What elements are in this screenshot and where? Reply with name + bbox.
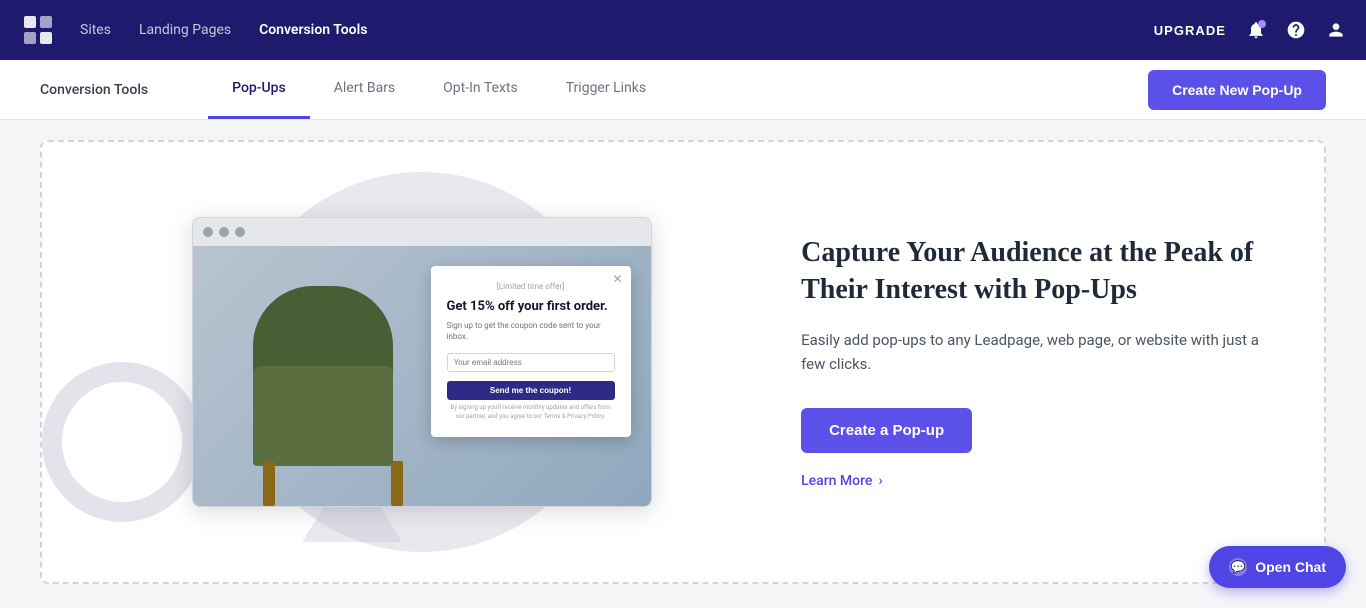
nav-landing-pages[interactable]: Landing Pages (139, 22, 231, 38)
browser-dot-2 (219, 227, 229, 237)
popup-fine-print: By signing up you'll receive monthly upd… (447, 404, 615, 421)
nav-sites[interactable]: Sites (80, 22, 111, 38)
promo-heading: Capture Your Audience at the Peak of The… (801, 235, 1264, 308)
main-content: ✕ [Limited time offer] Get 15% off your … (0, 120, 1366, 608)
browser-dot-3 (235, 227, 245, 237)
popup-offer-label: [Limited time offer] (447, 282, 615, 291)
create-popup-button[interactable]: Create a Pop-up (801, 408, 972, 453)
illustration-side: ✕ [Limited time offer] Get 15% off your … (102, 182, 741, 542)
sub-nav-title: Conversion Tools (40, 82, 148, 98)
popup-close-icon[interactable]: ✕ (612, 272, 622, 286)
browser-mockup: ✕ [Limited time offer] Get 15% off your … (192, 217, 652, 507)
sub-navigation: Conversion Tools Pop-Ups Alert Bars Opt-… (0, 60, 1366, 120)
nav-links: Sites Landing Pages Conversion Tools (80, 22, 1154, 38)
deco-circle (42, 362, 202, 522)
popup-cta-button[interactable]: Send me the coupon! (447, 381, 615, 400)
chat-icon: 💬 (1229, 558, 1247, 576)
top-navigation: Sites Landing Pages Conversion Tools UPG… (0, 0, 1366, 60)
tab-pop-ups[interactable]: Pop-Ups (208, 60, 310, 119)
content-side: Capture Your Audience at the Peak of The… (741, 235, 1264, 489)
promo-description: Easily add pop-ups to any Leadpage, web … (801, 328, 1264, 376)
sub-nav-tabs: Pop-Ups Alert Bars Opt-In Texts Trigger … (208, 60, 1148, 119)
popup-email-input[interactable] (447, 353, 615, 372)
chair-leg-left (263, 461, 275, 506)
open-chat-button[interactable]: 💬 Open Chat (1209, 546, 1346, 588)
notification-dot (1258, 20, 1266, 28)
open-chat-label: Open Chat (1255, 559, 1326, 575)
learn-more-arrow-icon: › (878, 473, 882, 489)
browser-titlebar (193, 218, 651, 246)
chair-illustration (233, 286, 433, 506)
tab-opt-in-texts[interactable]: Opt-In Texts (419, 60, 542, 119)
logo[interactable] (20, 12, 56, 48)
promo-card: ✕ [Limited time offer] Get 15% off your … (40, 140, 1326, 584)
tab-alert-bars[interactable]: Alert Bars (310, 60, 419, 119)
popup-title: Get 15% off your first order. (447, 299, 615, 316)
browser-dot-1 (203, 227, 213, 237)
popup-subtitle: Sign up to get the coupon code sent to y… (447, 320, 615, 342)
popup-overlay: ✕ [Limited time offer] Get 15% off your … (431, 266, 631, 437)
upgrade-button[interactable]: UPGRADE (1154, 23, 1226, 38)
chair-seat (253, 366, 393, 466)
learn-more-text: Learn More (801, 473, 872, 489)
nav-right: UPGRADE (1154, 20, 1346, 40)
nav-conversion-tools[interactable]: Conversion Tools (259, 22, 367, 38)
learn-more-link[interactable]: Learn More › (801, 473, 1264, 489)
chair-leg-right (391, 461, 403, 506)
tab-trigger-links[interactable]: Trigger Links (542, 60, 670, 119)
notifications-button[interactable] (1246, 20, 1266, 40)
create-new-popup-button[interactable]: Create New Pop-Up (1148, 70, 1326, 110)
user-account-button[interactable] (1326, 20, 1346, 40)
help-button[interactable] (1286, 20, 1306, 40)
browser-body: ✕ [Limited time offer] Get 15% off your … (193, 246, 651, 506)
